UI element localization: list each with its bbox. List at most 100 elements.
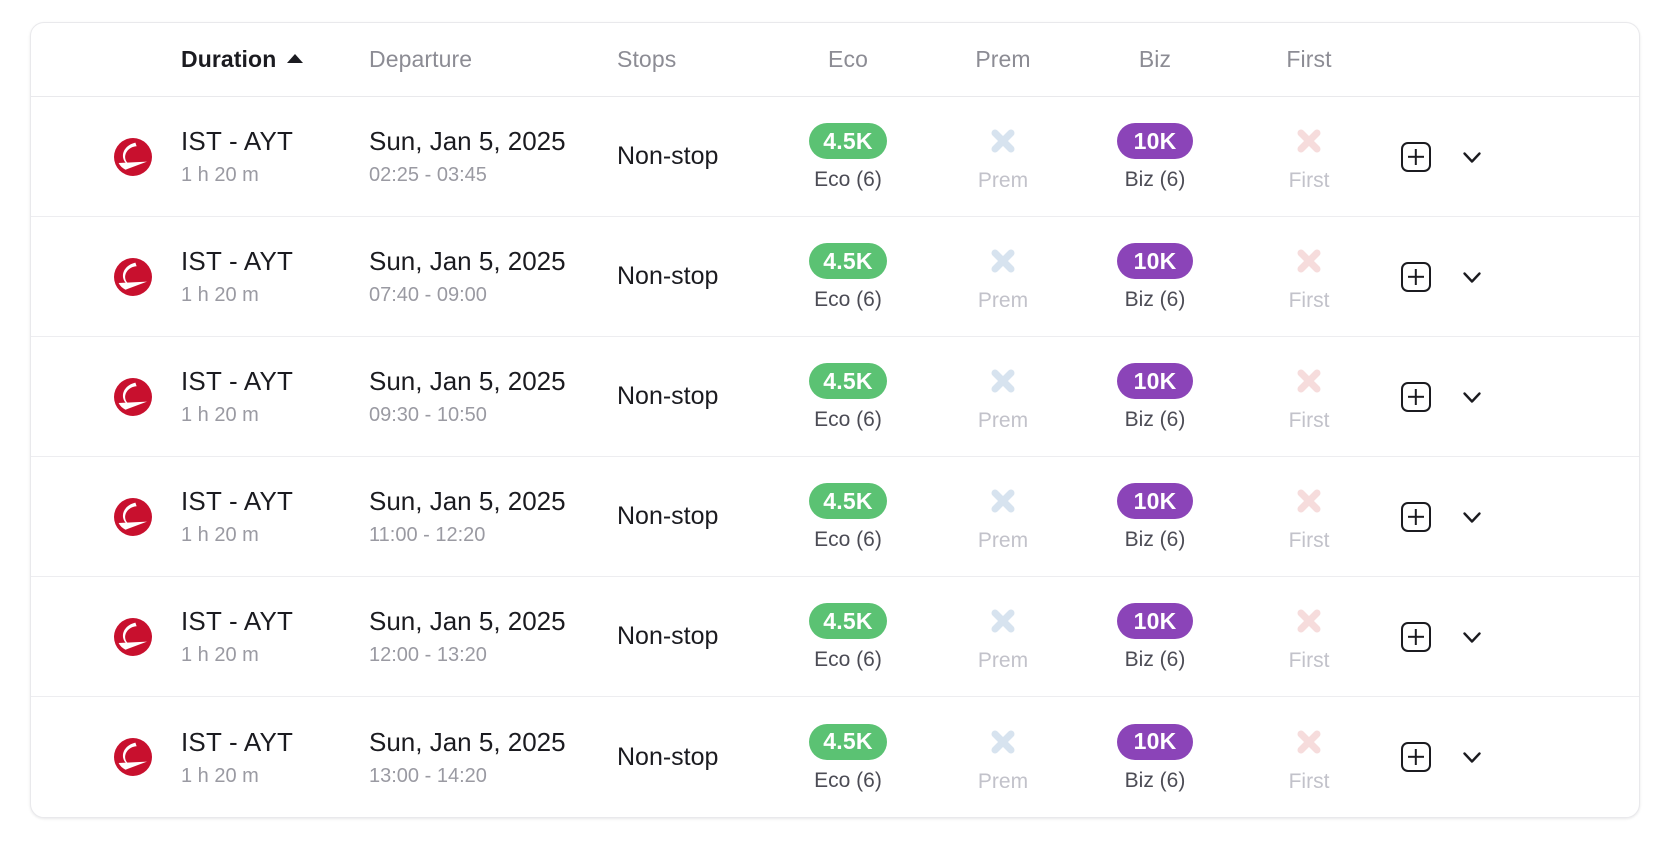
table-row[interactable]: IST - AYT 1 h 20 m Sun, Jan 5, 2025 11:00 -… bbox=[31, 457, 1639, 577]
chevron-down-icon[interactable] bbox=[1459, 144, 1485, 170]
fare-label-eco: Eco (6) bbox=[814, 648, 882, 671]
turkish-airlines-logo-svg bbox=[114, 497, 152, 536]
departure-cell: Sun, Jan 5, 2025 02:25 - 03:45 bbox=[369, 128, 617, 185]
fare-label-first: First bbox=[1288, 289, 1330, 312]
chevron-down-icon[interactable] bbox=[1459, 744, 1485, 770]
route-code: IST - AYT bbox=[181, 366, 294, 396]
fare-cell-biz[interactable]: 10K Biz (6) bbox=[1079, 723, 1231, 791]
column-header-biz[interactable]: Biz bbox=[1079, 46, 1231, 73]
fare-label-prem: Prem bbox=[977, 169, 1029, 192]
table-header-row: Duration Departure Stops Eco Prem Biz Fi… bbox=[31, 23, 1639, 97]
departure-date: Sun, Jan 5, 2025 bbox=[369, 366, 566, 396]
fare-cell-first: First bbox=[1231, 723, 1387, 792]
fare-badge-biz[interactable]: 10K bbox=[1117, 723, 1193, 760]
fare-cell-eco[interactable]: 4.5K Eco (6) bbox=[769, 603, 927, 670]
fare-cell-eco[interactable]: 4.5K Eco (6) bbox=[769, 483, 927, 550]
x-icon-first bbox=[1290, 362, 1328, 400]
departure-cell: Sun, Jan 5, 2025 07:40 - 09:00 bbox=[369, 248, 617, 305]
triangle-up-icon bbox=[287, 54, 304, 63]
chevron-down-icon[interactable] bbox=[1459, 384, 1485, 410]
fare-badge-eco[interactable]: 4.5K bbox=[809, 723, 887, 760]
row-actions-cell bbox=[1387, 381, 1639, 412]
fare-label-prem: Prem bbox=[977, 409, 1029, 432]
fare-label-biz: Biz (6) bbox=[1124, 288, 1186, 311]
plus-square-icon[interactable] bbox=[1401, 742, 1431, 772]
table-row[interactable]: IST - AYT 1 h 20 m Sun, Jan 5, 2025 12:00 -… bbox=[31, 577, 1639, 697]
departure-date: Sun, Jan 5, 2025 bbox=[369, 126, 566, 156]
fare-cell-eco[interactable]: 4.5K Eco (6) bbox=[769, 363, 927, 430]
column-header-stops[interactable]: Stops bbox=[617, 46, 769, 73]
route-cell: IST - AYT 1 h 20 m bbox=[181, 729, 369, 786]
departure-cell: Sun, Jan 5, 2025 09:30 - 10:50 bbox=[369, 368, 617, 425]
column-header-first[interactable]: First bbox=[1231, 46, 1387, 73]
column-header-eco[interactable]: Eco bbox=[769, 46, 927, 73]
fare-cell-biz[interactable]: 10K Biz (6) bbox=[1079, 243, 1231, 310]
departure-cell: Sun, Jan 5, 2025 12:00 - 13:20 bbox=[369, 608, 617, 665]
fare-badge-biz[interactable]: 10K bbox=[1117, 363, 1193, 399]
fare-cell-eco[interactable]: 4.5K Eco (6) bbox=[769, 723, 927, 792]
plus-square-icon[interactable] bbox=[1401, 141, 1431, 172]
departure-cell: Sun, Jan 5, 2025 11:00 - 12:20 bbox=[369, 488, 617, 545]
fare-badge-eco[interactable]: 4.5K bbox=[809, 483, 887, 519]
fare-label-first: First bbox=[1288, 169, 1330, 192]
fare-cell-biz[interactable]: 10K Biz (6) bbox=[1079, 483, 1231, 550]
turkish-airlines-logo-svg bbox=[114, 738, 152, 776]
stops-value: Non-stop bbox=[617, 262, 719, 290]
flight-results-card: Duration Departure Stops Eco Prem Biz Fi… bbox=[30, 22, 1640, 818]
fare-badge-biz[interactable]: 10K bbox=[1117, 603, 1193, 639]
fare-label-first: First bbox=[1288, 649, 1330, 672]
table-row[interactable]: IST - AYT 1 h 20 m Sun, Jan 5, 2025 07:40 -… bbox=[31, 217, 1639, 337]
fare-label-biz: Biz (6) bbox=[1124, 408, 1186, 431]
stops-value: Non-stop bbox=[617, 142, 719, 170]
flight-results-page: Duration Departure Stops Eco Prem Biz Fi… bbox=[0, 0, 1680, 866]
fare-badge-eco[interactable]: 4.5K bbox=[809, 603, 887, 639]
chevron-down-icon[interactable] bbox=[1459, 624, 1485, 650]
fare-badge-biz[interactable]: 10K bbox=[1117, 123, 1193, 159]
stops-cell: Non-stop bbox=[617, 142, 769, 171]
fare-badge-eco[interactable]: 4.5K bbox=[809, 363, 887, 399]
table-row[interactable]: IST - AYT 1 h 20 m Sun, Jan 5, 2025 13:00 -… bbox=[31, 697, 1639, 817]
turkish-airlines-logo-icon bbox=[113, 377, 153, 417]
airline-logo-cell bbox=[31, 617, 181, 657]
stops-cell: Non-stop bbox=[617, 502, 769, 531]
route-code: IST - AYT bbox=[181, 486, 294, 516]
flight-duration: 1 h 20 m bbox=[181, 164, 259, 186]
chevron-down-icon[interactable] bbox=[1459, 504, 1485, 530]
fare-label-first: First bbox=[1288, 529, 1330, 552]
plus-square-icon[interactable] bbox=[1401, 381, 1431, 412]
column-header-departure[interactable]: Departure bbox=[369, 46, 617, 73]
fare-cell-biz[interactable]: 10K Biz (6) bbox=[1079, 363, 1231, 430]
departure-times: 02:25 - 03:45 bbox=[369, 164, 487, 186]
airline-logo-cell bbox=[31, 137, 181, 177]
column-header-duration[interactable]: Duration bbox=[181, 46, 369, 73]
plus-square-icon[interactable] bbox=[1401, 501, 1431, 532]
fare-label-eco: Eco (6) bbox=[814, 768, 882, 792]
fare-badge-biz[interactable]: 10K bbox=[1117, 243, 1193, 279]
table-row[interactable]: IST - AYT 1 h 20 m Sun, Jan 5, 2025 02:25 -… bbox=[31, 97, 1639, 217]
column-header-prem[interactable]: Prem bbox=[927, 46, 1079, 73]
route-code: IST - AYT bbox=[181, 126, 294, 156]
column-header-duration-label: Duration bbox=[181, 46, 277, 72]
turkish-airlines-logo-svg bbox=[114, 257, 152, 296]
fare-cell-biz[interactable]: 10K Biz (6) bbox=[1079, 123, 1231, 190]
fare-badge-eco[interactable]: 4.5K bbox=[809, 123, 887, 159]
fare-cell-prem: Prem bbox=[927, 242, 1079, 311]
fare-cell-first: First bbox=[1231, 362, 1387, 431]
row-actions-cell bbox=[1387, 501, 1639, 532]
fare-label-eco: Eco (6) bbox=[814, 168, 882, 191]
x-icon-prem bbox=[984, 122, 1022, 160]
departure-times: 13:00 - 14:20 bbox=[369, 764, 487, 787]
table-row[interactable]: IST - AYT 1 h 20 m Sun, Jan 5, 2025 09:30 -… bbox=[31, 337, 1639, 457]
fare-badge-eco[interactable]: 4.5K bbox=[809, 243, 887, 279]
chevron-down-icon[interactable] bbox=[1459, 264, 1485, 290]
fare-cell-eco[interactable]: 4.5K Eco (6) bbox=[769, 243, 927, 310]
x-icon-first bbox=[1290, 482, 1328, 520]
departure-date: Sun, Jan 5, 2025 bbox=[369, 246, 566, 276]
fare-cell-biz[interactable]: 10K Biz (6) bbox=[1079, 603, 1231, 670]
plus-square-icon[interactable] bbox=[1401, 621, 1431, 652]
stops-cell: Non-stop bbox=[617, 622, 769, 651]
fare-cell-eco[interactable]: 4.5K Eco (6) bbox=[769, 123, 927, 190]
fare-badge-biz[interactable]: 10K bbox=[1117, 483, 1193, 519]
plus-square-icon[interactable] bbox=[1401, 261, 1431, 292]
fare-cell-prem: Prem bbox=[927, 602, 1079, 671]
